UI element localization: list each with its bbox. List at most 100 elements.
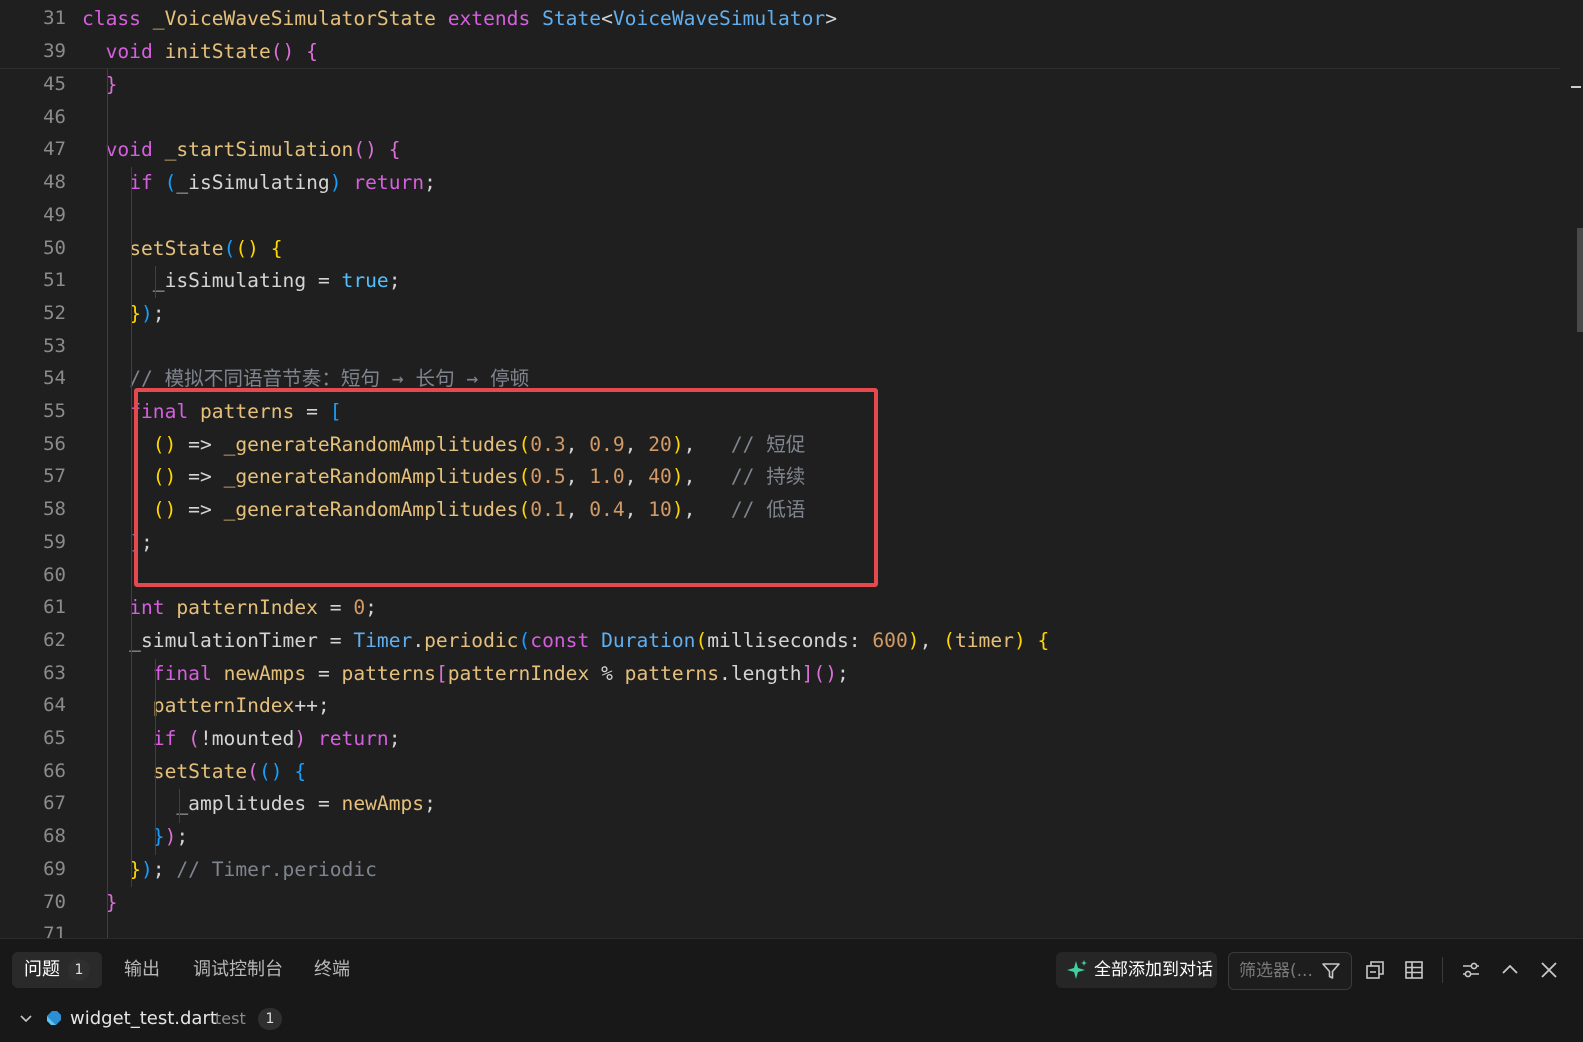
code-line[interactable]: 66 setState(() { (0, 755, 1560, 788)
code-line[interactable]: 46 (0, 101, 1560, 134)
code-token: () { (353, 138, 401, 162)
indent-guide (155, 659, 156, 855)
chevron-down-icon[interactable] (17, 1010, 35, 1028)
problem-file-folder: test (215, 1009, 246, 1028)
code-token: _isSimulating (176, 171, 330, 195)
code-token: setState (129, 236, 224, 260)
code-token: void (105, 40, 165, 63)
code-line[interactable]: 63 final newAmps = patterns[patternIndex… (0, 657, 1560, 690)
code-token: Duration (601, 628, 696, 652)
code-token: ; (152, 301, 165, 325)
tab-debug-console[interactable]: 调试控制台 (181, 952, 295, 988)
code-text[interactable]: setState(() { (82, 755, 306, 788)
code-line[interactable]: 31 class _VoiceWaveSimulatorState extends… (0, 2, 1560, 35)
code-text[interactable]: setState(() { (82, 232, 283, 265)
line-number: 54 (43, 367, 66, 390)
code-line[interactable]: 51 _isSimulating = true; (0, 264, 1560, 297)
close-panel-icon[interactable] (1538, 959, 1560, 981)
code-token: ) (1013, 628, 1026, 652)
code-text[interactable]: _amplitudes = newAmps; (82, 787, 436, 820)
code-token: VoiceWaveSimulator (612, 7, 826, 30)
code-text[interactable]: } (82, 68, 118, 101)
add-all-to-chat-button[interactable]: 全部添加到对话 (1056, 952, 1217, 988)
collapse-all-icon[interactable] (1364, 959, 1386, 981)
code-token: return (353, 171, 425, 195)
code-text[interactable]: void _startSimulation() { (82, 133, 401, 166)
code-token: int (129, 596, 177, 620)
code-line[interactable]: 39 void initState() { (0, 35, 1560, 68)
code-text[interactable]: int patternIndex = 0; (82, 591, 377, 624)
code-token: = (317, 792, 342, 816)
problem-file-count-badge: 1 (258, 1008, 282, 1030)
scrollbar-thumb[interactable] (1577, 228, 1583, 332)
code-line[interactable]: 52 }); (0, 297, 1560, 330)
code-text[interactable]: _simulationTimer = Timer.periodic(const … (82, 624, 1049, 657)
code-line[interactable]: 67 _amplitudes = newAmps; (0, 787, 1560, 820)
tab-terminal[interactable]: 终端 (302, 952, 362, 988)
code-text[interactable]: class _VoiceWaveSimulatorState extends S… (82, 2, 837, 35)
code-line[interactable]: 68 }); (0, 820, 1560, 853)
vertical-scrollbar[interactable] (1569, 68, 1583, 938)
problem-file-name: widget_test.dart (70, 1008, 217, 1029)
code-line[interactable]: 69 }); // Timer.periodic (0, 853, 1560, 886)
code-text[interactable]: patternIndex++; (82, 689, 330, 722)
code-text[interactable]: if (_isSimulating) return; (82, 166, 436, 199)
code-token: periodic (424, 628, 519, 652)
line-number: 53 (43, 334, 66, 357)
filter-input[interactable]: 筛选器(... (1228, 952, 1352, 990)
code-line[interactable]: 49 (0, 199, 1560, 232)
code-text[interactable]: _isSimulating = true; (82, 264, 401, 297)
code-token: final (152, 661, 224, 685)
code-line[interactable]: 50 setState(() { (0, 232, 1560, 265)
code-token: ( (247, 759, 259, 783)
code-line[interactable]: 61 int patternIndex = 0; (0, 591, 1560, 624)
code-text[interactable]: if (!mounted) return; (82, 722, 401, 755)
code-editor[interactable]: 31 class _VoiceWaveSimulatorState extends… (0, 0, 1583, 938)
line-number: 50 (43, 236, 66, 259)
panel-settings-icon[interactable] (1460, 959, 1482, 981)
code-token: newAmps (223, 661, 318, 685)
code-text[interactable]: }); // Timer.periodic (82, 853, 377, 886)
code-text[interactable]: void initState() { (82, 35, 318, 68)
code-line[interactable]: 71 (0, 918, 1560, 938)
code-token: ) (329, 171, 342, 195)
code-token: ( (695, 628, 708, 652)
tab-problems[interactable]: 问题 1 (12, 952, 102, 988)
code-token: ; (176, 825, 189, 849)
code-line[interactable]: 65 if (!mounted) return; (0, 722, 1560, 755)
code-line[interactable]: 48 if (_isSimulating) return; (0, 166, 1560, 199)
code-token: true (341, 269, 389, 293)
code-line[interactable]: 53 (0, 330, 1560, 363)
code-token: () { (235, 236, 283, 260)
view-as-table-icon[interactable] (1403, 959, 1425, 981)
maximize-panel-icon[interactable] (1499, 959, 1521, 981)
code-token: const (530, 628, 602, 652)
code-text[interactable]: }); (82, 297, 165, 330)
code-token: if (152, 727, 189, 750)
code-line[interactable]: 45 } (0, 68, 1560, 101)
tab-output[interactable]: 输出 (112, 952, 172, 988)
code-token: Timer (353, 628, 413, 652)
problem-file-row[interactable]: widget_test.dart test 1 (0, 1001, 600, 1037)
overview-ruler-marker (1571, 86, 1581, 88)
code-text[interactable]: final newAmps = patterns[patternIndex % … (82, 657, 849, 690)
sticky-scroll-header[interactable]: 31 class _VoiceWaveSimulatorState extends… (0, 0, 1560, 69)
code-token: _simulationTimer (82, 628, 330, 652)
code-line[interactable]: 64 patternIndex++; (0, 689, 1560, 722)
code-line[interactable]: 47 void _startSimulation() { (0, 133, 1560, 166)
code-text[interactable]: } (82, 886, 118, 919)
line-number: 67 (43, 792, 66, 815)
filter-icon[interactable] (1321, 961, 1341, 981)
code-token: ) (164, 825, 177, 849)
code-token: ++; (294, 694, 330, 718)
code-token: ; (424, 171, 436, 195)
code-token: ; (365, 596, 377, 620)
code-line[interactable]: 70 } (0, 886, 1560, 919)
code-line[interactable]: 62 _simulationTimer = Timer.periodic(con… (0, 624, 1560, 657)
code-text[interactable]: }); (82, 820, 188, 853)
